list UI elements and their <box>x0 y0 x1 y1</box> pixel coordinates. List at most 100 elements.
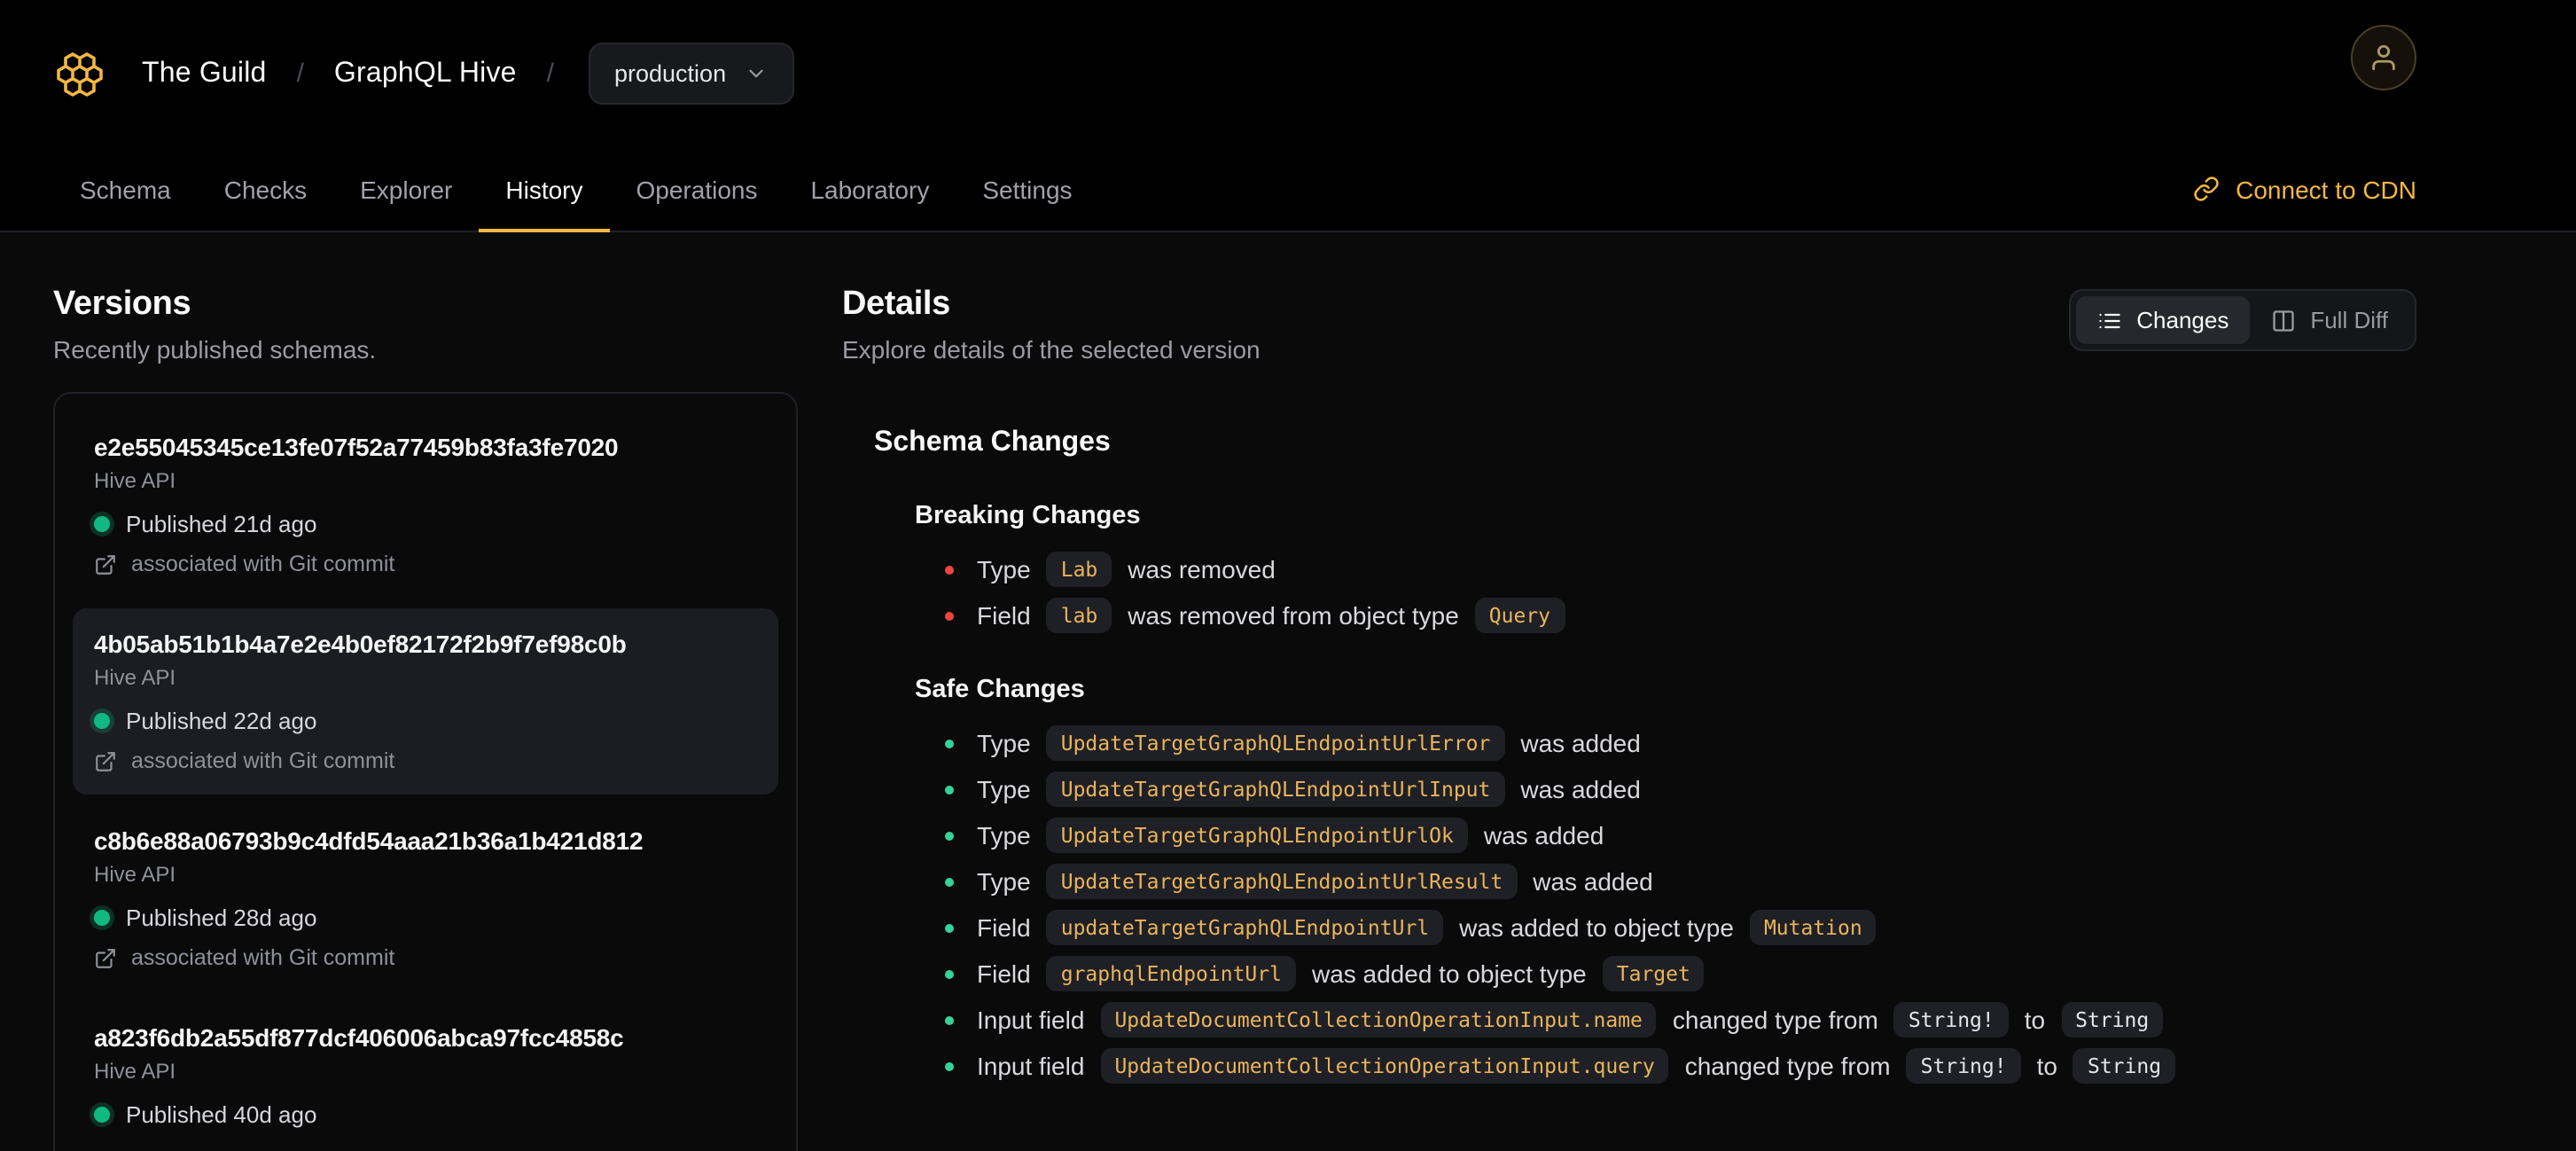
app-header: The Guild / GraphQL Hive / production Sc… <box>0 0 2576 232</box>
code-chip: UpdateDocumentCollectionOperationInput.q… <box>1100 1048 1669 1084</box>
code-chip: String! <box>1893 1002 2009 1037</box>
versions-list: e2e55045345ce13fe07f52a77459b83fa3fe7020… <box>53 392 798 1151</box>
breadcrumb-separator: / <box>546 59 554 89</box>
view-toggle: Changes Full Diff <box>2069 289 2416 351</box>
version-hash: 4b05ab51b1b4a7e2e4b0ef82172f2b9f7ef98c0b <box>94 630 627 658</box>
change-text: Type <box>977 821 1031 850</box>
version-published: Published 21d ago <box>126 511 317 537</box>
org-name[interactable]: The Guild <box>142 58 267 90</box>
tab-explorer[interactable]: Explorer <box>333 147 479 231</box>
change-list: Type Lab was removed Field lab was removed f… <box>945 552 2416 633</box>
version-published-row: Published 28d ago <box>94 904 757 931</box>
change-tokens: Input field UpdateDocumentCollectionOpera… <box>977 1048 2176 1084</box>
change-section-title: Safe Changes <box>915 676 1085 704</box>
version-commit: associated with Git commit <box>131 945 395 970</box>
bullet-dot <box>945 923 954 932</box>
main-nav: Schema Checks Explorer History Operation… <box>0 147 2576 232</box>
code-chip: Mutation <box>1749 910 1877 945</box>
full-diff-toggle-label: Full Diff <box>2310 307 2388 333</box>
bullet-dot <box>945 739 954 748</box>
connect-cdn-link[interactable]: Connect to CDN <box>2193 175 2416 203</box>
versions-subtitle: Recently published schemas. <box>53 335 377 364</box>
connect-cdn-label: Connect to CDN <box>2236 175 2416 203</box>
change-text: was added <box>1533 867 1653 896</box>
version-list-item[interactable]: 4b05ab51b1b4a7e2e4b0ef82172f2b9f7ef98c0b… <box>73 608 778 795</box>
nav-tab-label: Operations <box>636 175 758 203</box>
change-list: Type UpdateTargetGraphQLEndpointUrlError w… <box>945 725 2416 1084</box>
tab-checks[interactable]: Checks <box>198 147 333 231</box>
code-chip: UpdateTargetGraphQLEndpointUrlResult <box>1046 864 1518 899</box>
change-tokens: Type UpdateTargetGraphQLEndpointUrlError w… <box>977 725 1641 761</box>
published-status-dot <box>94 713 110 729</box>
user-avatar[interactable] <box>2351 25 2416 90</box>
change-tokens: Field updateTargetGraphQLEndpointUrl was a… <box>977 910 1877 945</box>
nav-tab-label: Explorer <box>360 175 453 203</box>
code-chip: updateTargetGraphQLEndpointUrl <box>1046 910 1444 945</box>
version-published-row: Published 21d ago <box>94 511 757 537</box>
versions-title: Versions <box>53 286 191 323</box>
versions-panel: Versions Recently published schemas. e2e… <box>53 286 798 1151</box>
change-text: changed type from <box>1684 1052 1891 1080</box>
full-diff-toggle-button[interactable]: Full Diff <box>2250 296 2409 344</box>
code-chip: graphqlEndpointUrl <box>1046 956 1296 991</box>
change-text: Input field <box>977 1052 1085 1080</box>
change-row: Type Lab was removed <box>945 552 2416 587</box>
version-published: Published 22d ago <box>126 708 317 734</box>
change-text: was removed <box>1128 555 1276 583</box>
nav-tab-label: History <box>505 175 583 203</box>
change-text: was removed from object type <box>1128 601 1459 630</box>
change-row: Type UpdateTargetGraphQLEndpointUrlResult… <box>945 864 2416 899</box>
version-service: Hive API <box>94 468 176 493</box>
hive-logo-icon[interactable] <box>53 47 106 100</box>
change-tokens: Type Lab was removed <box>977 552 1276 587</box>
version-commit-row[interactable]: associated with Git commit <box>94 552 757 576</box>
change-section-title: Breaking Changes <box>915 502 1141 530</box>
diff-icon <box>2271 308 2296 333</box>
code-chip: UpdateDocumentCollectionOperationInput.n… <box>1100 1002 1657 1037</box>
version-service: Hive API <box>94 1059 176 1084</box>
tab-history[interactable]: History <box>479 147 609 232</box>
project-name[interactable]: GraphQL Hive <box>334 58 517 90</box>
version-list-item[interactable]: c8b6e88a06793b9c4dfd54aaa21b36a1b421d812… <box>73 805 778 991</box>
code-chip: UpdateTargetGraphQLEndpointUrlOk <box>1046 818 1468 853</box>
user-icon <box>2369 43 2399 73</box>
change-row: Field updateTargetGraphQLEndpointUrl was a… <box>945 910 2416 945</box>
breadcrumb-separator: / <box>296 59 304 89</box>
change-text: was added to object type <box>1311 959 1587 988</box>
header-breadcrumb-row: The Guild / GraphQL Hive / production <box>0 0 2576 147</box>
changes-toggle-button[interactable]: Changes <box>2076 296 2251 344</box>
change-row: Type UpdateTargetGraphQLEndpointUrlOk was … <box>945 818 2416 853</box>
published-status-dot <box>94 1107 110 1123</box>
version-commit-row[interactable]: associated with Git commit <box>94 945 757 970</box>
tab-schema[interactable]: Schema <box>53 147 198 231</box>
tab-laboratory[interactable]: Laboratory <box>784 147 956 231</box>
code-chip: Target <box>1602 956 1705 991</box>
code-chip: String <box>2061 1002 2164 1037</box>
nav-tab-label: Settings <box>982 175 1073 203</box>
tab-settings[interactable]: Settings <box>956 147 1098 231</box>
code-chip: String <box>2073 1048 2176 1084</box>
tab-operations[interactable]: Operations <box>610 147 785 231</box>
target-selector[interactable]: production <box>588 43 794 105</box>
details-subtitle: Explore details of the selected version <box>842 335 1261 364</box>
change-text: was added <box>1520 775 1641 803</box>
version-commit-row[interactable]: associated with Git commit <box>94 748 757 773</box>
nav-tabs: Schema Checks Explorer History Operation… <box>53 147 1099 232</box>
published-status-dot <box>94 910 110 926</box>
details-heading-block: Details Explore details of the selected … <box>842 286 1261 364</box>
change-text: to <box>2036 1052 2057 1080</box>
change-text: Input field <box>977 1006 1085 1034</box>
change-tokens: Field lab was removed from object type Quer… <box>977 598 1565 633</box>
external-link-icon <box>94 946 117 969</box>
details-header: Details Explore details of the selected … <box>842 286 2416 364</box>
version-hash: e2e55045345ce13fe07f52a77459b83fa3fe7020 <box>94 433 619 461</box>
change-text: Field <box>977 959 1031 988</box>
link-icon <box>2193 176 2220 202</box>
main-content: Versions Recently published schemas. e2e… <box>0 232 2576 1151</box>
version-list-item[interactable]: e2e55045345ce13fe07f52a77459b83fa3fe7020… <box>73 411 778 598</box>
bullet-dot <box>945 1061 954 1070</box>
version-list-item[interactable]: a823f6db2a55df877dcf406006abca97fcc4858c… <box>73 1002 778 1149</box>
bullet-dot <box>945 611 954 620</box>
schema-changes: Schema Changes Breaking Changes Type Lab w… <box>874 427 2416 1084</box>
bullet-dot <box>945 877 954 886</box>
